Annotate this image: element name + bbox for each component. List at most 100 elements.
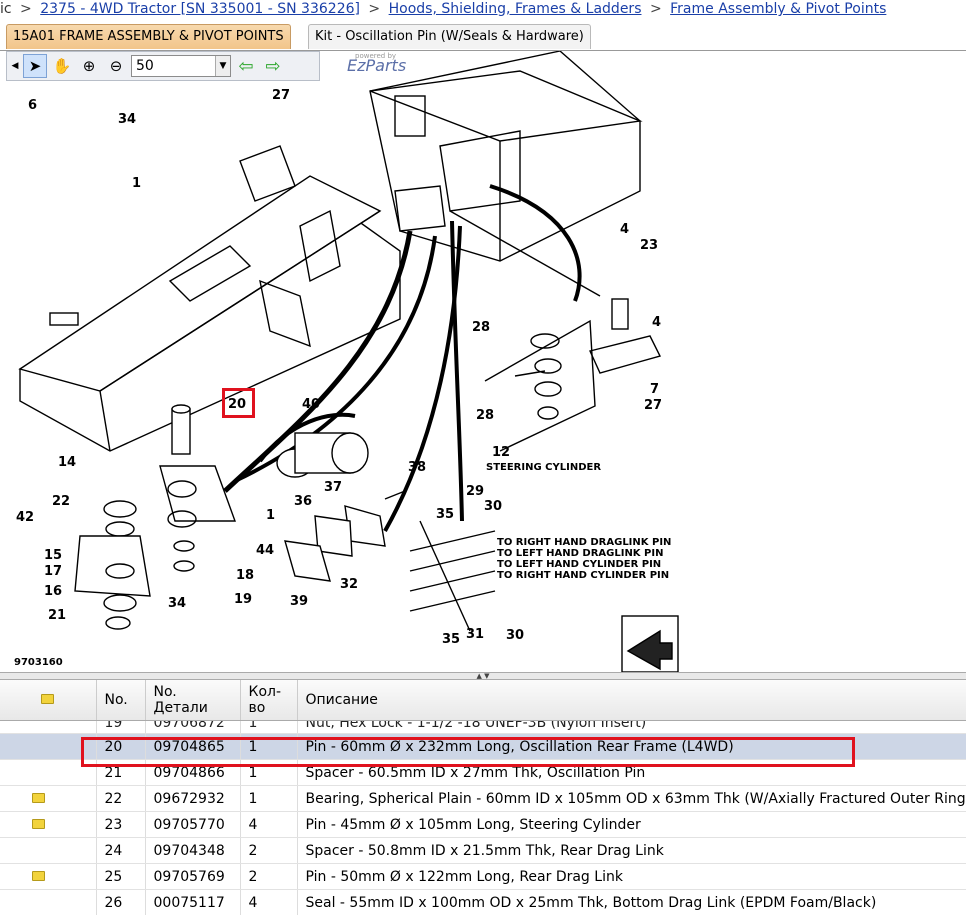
bracket-42: [74, 535, 151, 597]
folder-icon[interactable]: [32, 870, 45, 881]
breadcrumb-link-tractor[interactable]: 2375 - 4WD Tractor [SN 335001 - SN 33622…: [40, 1, 360, 17]
back-arrow-icon[interactable]: ⇦: [234, 54, 258, 78]
brand-logo: powered by EzParts: [323, 52, 406, 75]
zoom-out-icon[interactable]: ⊖: [104, 54, 128, 78]
column-header-part-no[interactable]: No. Детали: [145, 680, 241, 721]
row-description: Pin - 45mm Ø x 105mm Long, Steering Cyli…: [297, 811, 966, 838]
pan-hand-icon[interactable]: ✋: [50, 54, 74, 78]
table-row[interactable]: 25 09705769 2 Pin - 50mm Ø x 122mm Long,…: [0, 863, 966, 890]
tab-frame-assembly[interactable]: 15A01 FRAME ASSEMBLY & PIVOT POINTS: [6, 24, 291, 49]
washer-21: [105, 616, 131, 630]
breadcrumb: ic > 2375 - 4WD Tractor [SN 335001 - SN …: [0, 0, 966, 20]
row-no: 26: [96, 889, 146, 915]
washer-18: [173, 540, 195, 552]
row-qty: 2: [240, 837, 298, 864]
breadcrumb-separator: >: [20, 1, 32, 17]
toolbar-left-scroll-icon[interactable]: ◀: [10, 54, 20, 78]
callout-38: 38: [408, 460, 426, 475]
tab-bar: 15A01 FRAME ASSEMBLY & PIVOT POINTS Kit …: [0, 20, 966, 50]
row-description: Bearing, Spherical Plain - 60mm ID x 105…: [297, 785, 966, 812]
parts-grid: No. No. Детали Кол-во Описание 19 097068…: [0, 680, 966, 915]
folder-icon[interactable]: [32, 792, 45, 803]
breadcrumb-separator: >: [368, 1, 381, 17]
row-no: 22: [96, 785, 146, 812]
bearing-22: [105, 521, 135, 537]
pane-splitter[interactable]: ▲ ▼: [0, 672, 966, 680]
callout-27b: 27: [644, 398, 662, 413]
table-row[interactable]: 24 09704348 2 Spacer - 50.8mm ID x 21.5m…: [0, 837, 966, 864]
zoom-in-icon[interactable]: ⊕: [77, 54, 101, 78]
row-part-no: 09705770: [145, 811, 241, 838]
zoom-value: 50: [136, 58, 154, 74]
breadcrumb-link-frame[interactable]: Frame Assembly & Pivot Points: [670, 1, 886, 17]
zoom-select[interactable]: 50 ▼: [131, 55, 231, 77]
viewer-toolbar: ◀ ➤ ✋ ⊕ ⊖ 50 ▼ ⇦ ⇨: [6, 51, 320, 81]
callout-37: 37: [324, 480, 342, 495]
callout-28b: 28: [476, 408, 494, 423]
annotation-rh-draglink: TO RIGHT HAND DRAGLINK PIN: [497, 537, 671, 548]
column-header-description[interactable]: Описание: [297, 680, 966, 721]
callout-23: 23: [640, 238, 658, 253]
tab-oscillation-kit[interactable]: Kit - Oscillation Pin (W/Seals & Hardwar…: [308, 24, 591, 49]
callout-34b: 34: [168, 596, 186, 611]
table-row[interactable]: 23 09705770 4 Pin - 45mm Ø x 105mm Long,…: [0, 811, 966, 838]
table-row[interactable]: 22 09672932 1 Bearing, Spherical Plain -…: [0, 785, 966, 812]
row-description: Nut, Hex Lock - 1-1/2 -18 UNEF-3B (Nylon…: [297, 720, 966, 734]
callout-31: 31: [466, 627, 484, 642]
callout-16: 16: [44, 584, 62, 599]
row-icon-cell[interactable]: [0, 811, 97, 838]
row-qty: 4: [240, 811, 298, 838]
row-no: 23: [96, 811, 146, 838]
selected-row-highlight: [81, 737, 855, 767]
row-part-no: 09704348: [145, 837, 241, 864]
row-description: Spacer - 50.8mm ID x 21.5mm Thk, Rear Dr…: [297, 837, 966, 864]
folder-icon[interactable]: [32, 818, 45, 829]
column-header-icon[interactable]: [0, 680, 97, 721]
spacer-16: [103, 594, 137, 612]
callout-18: 18: [236, 568, 254, 583]
callout-44: 44: [256, 543, 274, 558]
row-part-no: 09706872: [145, 720, 241, 734]
row-icon-cell[interactable]: [0, 863, 97, 890]
forward-arrow-icon[interactable]: ⇨: [261, 54, 285, 78]
exploded-parts-diagram[interactable]: 6 34 27 1 4 23 28 4 7 27 28 12 20 40 14 …: [0, 51, 966, 673]
callout-22: 22: [52, 494, 70, 509]
callout-6: 6: [28, 98, 37, 113]
breadcrumb-prefix: ic: [0, 1, 12, 17]
row-no: 25: [96, 863, 146, 890]
breadcrumb-link-hoods[interactable]: Hoods, Shielding, Frames & Ladders: [389, 1, 642, 17]
annotation-rh-cylinder: TO RIGHT HAND CYLINDER PIN: [497, 570, 669, 581]
frame-slot: [49, 312, 79, 326]
callout-42: 42: [16, 510, 34, 525]
row-part-no: 09672932: [145, 785, 241, 812]
brand-powered-by: powered by: [355, 52, 397, 60]
table-row[interactable]: 19 09706872 1 Nut, Hex Lock - 1-1/2 -18 …: [0, 720, 966, 734]
callout-1: 1: [132, 176, 141, 191]
callout-35: 35: [436, 507, 454, 522]
row-no: 24: [96, 837, 146, 864]
callout-12: 12: [492, 445, 510, 460]
callout-14: 14: [58, 455, 76, 470]
callout-29: 29: [466, 484, 484, 499]
select-arrow-icon[interactable]: ➤: [23, 54, 47, 78]
callout-39: 39: [290, 594, 308, 609]
callout-34: 34: [118, 112, 136, 127]
callout-7: 7: [650, 382, 659, 397]
row-no: 19: [96, 720, 146, 734]
annotation-steering-cylinder: STEERING CYLINDER: [486, 462, 601, 473]
table-row[interactable]: 26 00075117 4 Seal - 55mm ID x 100mm OD …: [0, 889, 966, 915]
callout-36: 36: [294, 494, 312, 509]
seal-12: [537, 406, 559, 420]
pin-23: [611, 298, 629, 330]
callout-32: 32: [340, 577, 358, 592]
callout-4: 4: [620, 222, 629, 237]
diagram-viewer[interactable]: 6 34 27 1 4 23 28 4 7 27 28 12 20 40 14 …: [0, 50, 966, 673]
row-part-no: 09705769: [145, 863, 241, 890]
chevron-down-icon[interactable]: ▼: [215, 56, 230, 76]
row-icon-cell[interactable]: [0, 785, 97, 812]
column-header-no[interactable]: No.: [96, 680, 146, 721]
row-icon-cell: [0, 837, 97, 864]
nut-19: [173, 560, 195, 572]
callout-4b: 4: [652, 315, 661, 330]
column-header-qty[interactable]: Кол-во: [240, 680, 298, 721]
